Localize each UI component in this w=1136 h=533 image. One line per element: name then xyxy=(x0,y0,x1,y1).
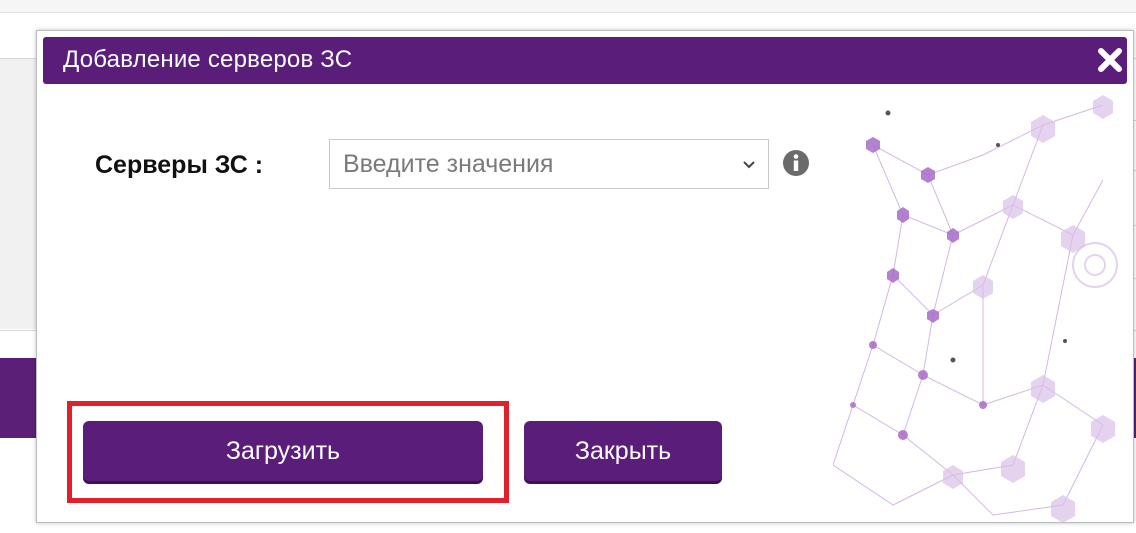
chevron-down-icon[interactable] xyxy=(742,158,756,172)
background-top-bar xyxy=(0,0,1136,13)
dialog-header: Добавление серверов ЗС xyxy=(43,37,1127,84)
add-servers-dialog: Добавление серверов ЗС Серверы ЗС: Введ… xyxy=(36,30,1134,523)
close-button[interactable]: Закрыть xyxy=(524,421,722,481)
background-column xyxy=(0,59,40,329)
load-button[interactable]: Загрузить xyxy=(83,421,483,481)
servers-select[interactable]: Введите значения xyxy=(329,139,769,189)
servers-select-placeholder: Введите значения xyxy=(343,150,554,178)
network-decoration xyxy=(833,95,1118,522)
close-icon[interactable] xyxy=(1095,45,1125,75)
servers-field-label: Серверы ЗС : xyxy=(95,151,264,179)
info-icon[interactable] xyxy=(781,148,811,178)
dialog-title: Добавление серверов ЗС xyxy=(63,46,353,73)
